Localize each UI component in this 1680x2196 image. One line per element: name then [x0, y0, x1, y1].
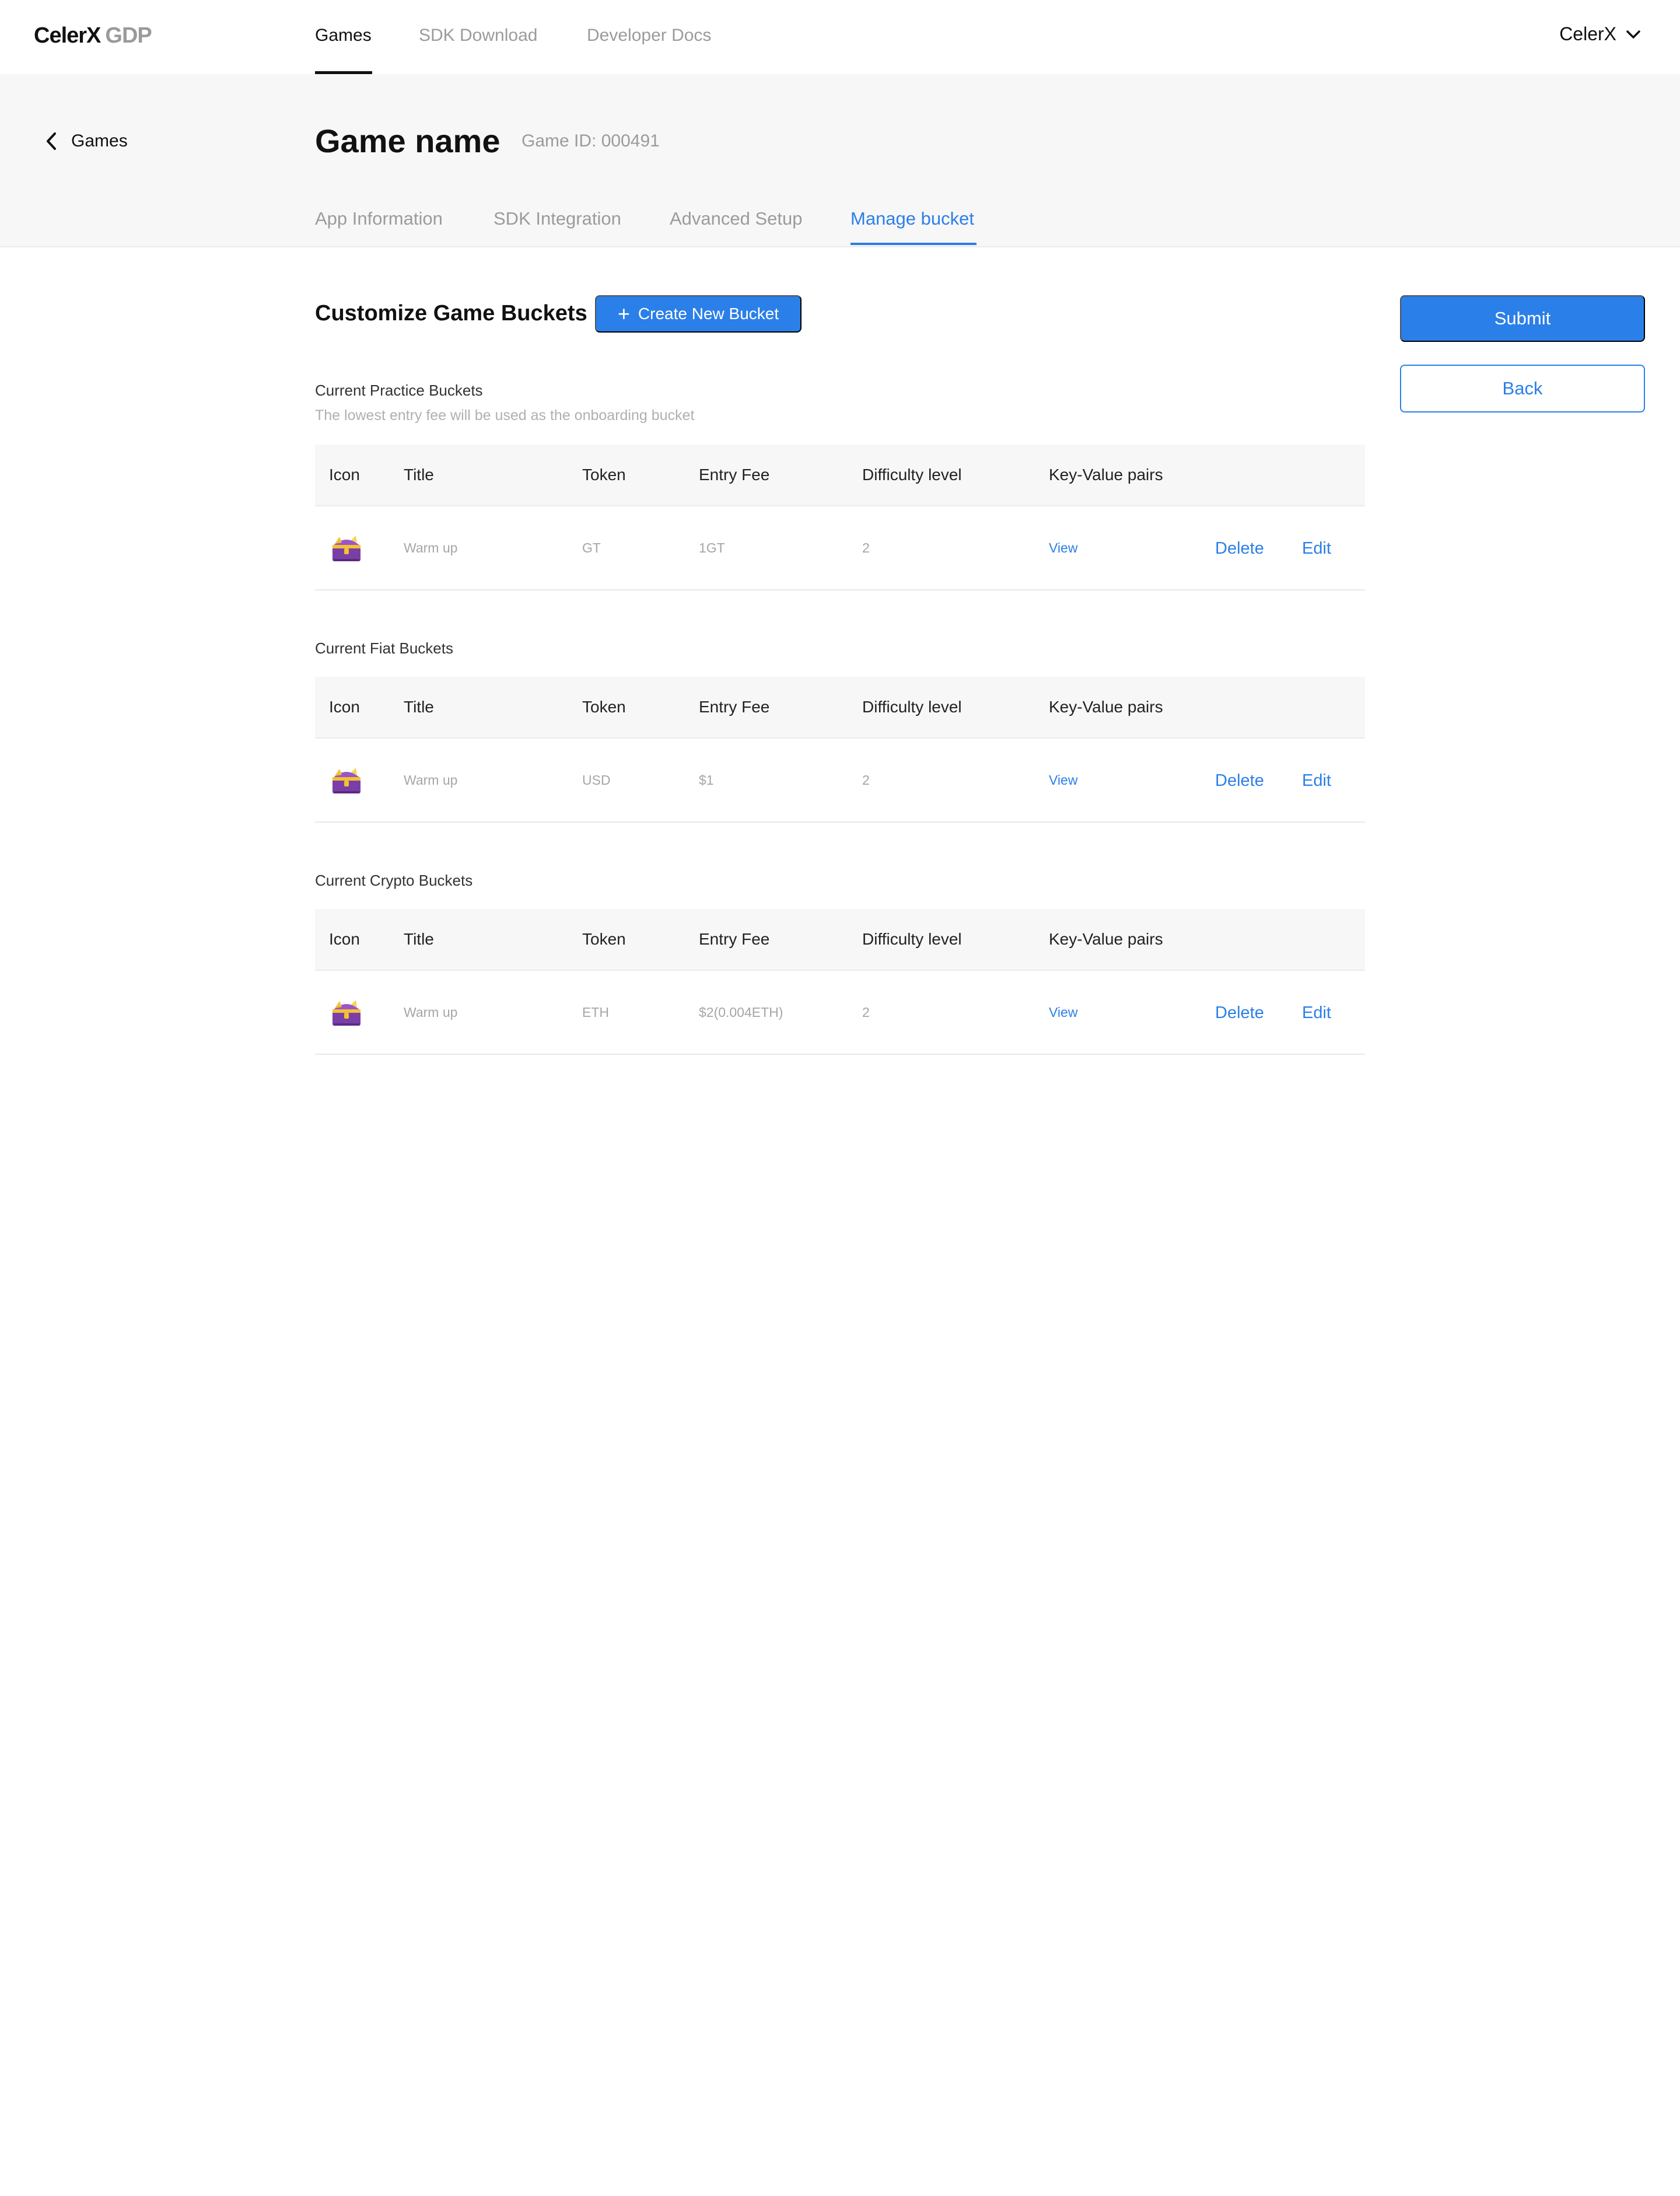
tab-app-information[interactable]: App Information — [315, 208, 443, 229]
account-menu[interactable]: CelerX — [1559, 23, 1641, 45]
column-header-token: Token — [582, 698, 626, 716]
bucket-token: GT — [582, 540, 601, 555]
celerx-gdp-logo[interactable]: CelerX GDP — [34, 23, 152, 51]
treasure-chest-icon — [332, 768, 360, 793]
tab-advanced-setup[interactable]: Advanced Setup — [670, 208, 803, 229]
column-header-difficulty: Difficulty level — [862, 930, 962, 948]
bucket-entry-fee: $2(0.004ETH) — [699, 1005, 783, 1020]
column-header-key-value: Key-Value pairs — [1049, 466, 1163, 484]
edit-bucket-button[interactable]: Edit — [1302, 771, 1331, 791]
table-header: Icon Title Token Entry Fee Difficulty le… — [315, 677, 1365, 739]
practice-buckets-label: Current Practice Buckets — [315, 382, 483, 399]
create-new-bucket-button[interactable]: + Create New Bucket — [595, 295, 802, 333]
column-header-difficulty: Difficulty level — [862, 466, 962, 484]
delete-bucket-button[interactable]: Delete — [1215, 539, 1264, 558]
view-key-value-link[interactable]: View — [1049, 772, 1077, 788]
column-header-icon: Icon — [329, 466, 360, 484]
chevron-left-icon — [47, 132, 56, 150]
bucket-token: USD — [582, 772, 611, 788]
table-row: Warm up GT 1GT 2 View Delete Edit — [315, 506, 1365, 590]
practice-buckets-table: Icon Title Token Entry Fee Difficulty le… — [315, 445, 1365, 590]
column-header-title: Title — [404, 466, 434, 484]
column-header-icon: Icon — [329, 698, 360, 716]
table-header: Icon Title Token Entry Fee Difficulty le… — [315, 909, 1365, 971]
plus-icon: + — [617, 302, 630, 326]
submit-button[interactable]: Submit — [1400, 295, 1645, 342]
table-row: Warm up ETH $2(0.004ETH) 2 View Delete E… — [315, 971, 1365, 1055]
table-header: Icon Title Token Entry Fee Difficulty le… — [315, 445, 1365, 506]
crypto-buckets-label: Current Crypto Buckets — [315, 872, 473, 889]
table-row: Warm up USD $1 2 View Delete Edit — [315, 739, 1365, 823]
column-header-title: Title — [404, 930, 434, 948]
bucket-difficulty: 2 — [862, 1005, 870, 1020]
game-id: Game ID: 000491 — [522, 131, 660, 151]
bucket-token: ETH — [582, 1005, 609, 1020]
bucket-title: Warm up — [404, 772, 458, 788]
logo-name: CelerX — [34, 23, 101, 48]
column-header-difficulty: Difficulty level — [862, 698, 962, 716]
view-key-value-link[interactable]: View — [1049, 540, 1077, 556]
column-header-token: Token — [582, 466, 626, 484]
column-header-entry-fee: Entry Fee — [699, 466, 770, 484]
treasure-chest-icon — [332, 536, 360, 561]
tab-sdk-integration[interactable]: SDK Integration — [494, 208, 621, 229]
bucket-difficulty: 2 — [862, 540, 870, 555]
column-header-icon: Icon — [329, 930, 360, 948]
back-link-label: Games — [71, 131, 128, 151]
column-header-key-value: Key-Value pairs — [1049, 698, 1163, 716]
nav-sdk-download[interactable]: SDK Download — [419, 26, 537, 46]
account-name: CelerX — [1559, 23, 1616, 44]
section-title: Customize Game Buckets — [315, 301, 587, 326]
bucket-difficulty: 2 — [862, 772, 870, 788]
nav-developer-docs[interactable]: Developer Docs — [587, 26, 711, 46]
edit-bucket-button[interactable]: Edit — [1302, 539, 1331, 558]
delete-bucket-button[interactable]: Delete — [1215, 1003, 1264, 1023]
column-header-entry-fee: Entry Fee — [699, 698, 770, 716]
column-header-token: Token — [582, 930, 626, 948]
nav-games[interactable]: Games — [315, 26, 372, 46]
bucket-entry-fee: 1GT — [699, 540, 725, 555]
column-header-title: Title — [404, 698, 434, 716]
treasure-chest-icon — [332, 1000, 360, 1026]
tab-active-indicator — [850, 243, 977, 245]
create-new-bucket-label: Create New Bucket — [638, 305, 779, 323]
tab-manage-bucket[interactable]: Manage bucket — [850, 208, 974, 229]
practice-buckets-note: The lowest entry fee will be used as the… — [315, 407, 695, 424]
column-header-entry-fee: Entry Fee — [699, 930, 770, 948]
game-header: Games Game name Game ID: 000491 App Info… — [0, 74, 1680, 247]
column-header-key-value: Key-Value pairs — [1049, 930, 1163, 948]
back-button[interactable]: Back — [1400, 365, 1645, 412]
logo-suffix: GDP — [105, 23, 152, 48]
view-key-value-link[interactable]: View — [1049, 1005, 1077, 1020]
fiat-buckets-label: Current Fiat Buckets — [315, 639, 453, 657]
bucket-entry-fee: $1 — [699, 772, 714, 788]
chevron-down-icon — [1626, 30, 1640, 39]
bucket-title: Warm up — [404, 1005, 458, 1020]
edit-bucket-button[interactable]: Edit — [1302, 1003, 1331, 1023]
back-to-games-link[interactable]: Games — [46, 131, 128, 151]
bucket-title: Warm up — [404, 540, 458, 555]
top-navigation: CelerX GDP Games SDK Download Developer … — [0, 0, 1680, 74]
page-title: Game name — [315, 123, 501, 159]
delete-bucket-button[interactable]: Delete — [1215, 771, 1264, 791]
fiat-buckets-table: Icon Title Token Entry Fee Difficulty le… — [315, 677, 1365, 823]
crypto-buckets-table: Icon Title Token Entry Fee Difficulty le… — [315, 909, 1365, 1055]
